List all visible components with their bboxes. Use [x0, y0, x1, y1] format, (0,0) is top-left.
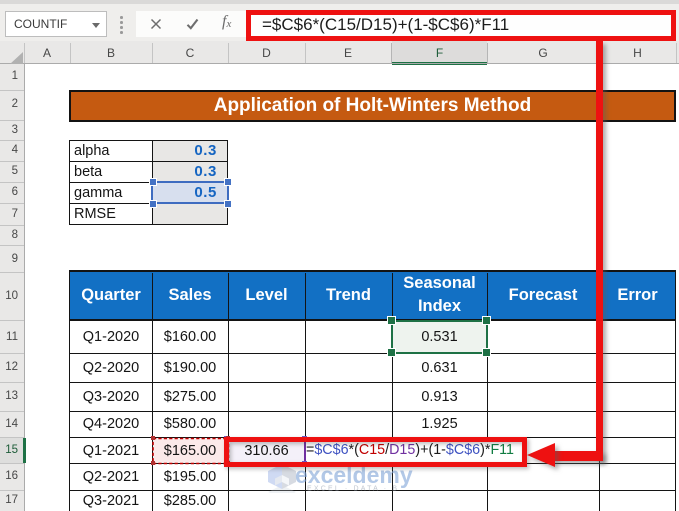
svg-text:EXCEL · DATA · B: EXCEL · DATA · B: [307, 486, 399, 493]
